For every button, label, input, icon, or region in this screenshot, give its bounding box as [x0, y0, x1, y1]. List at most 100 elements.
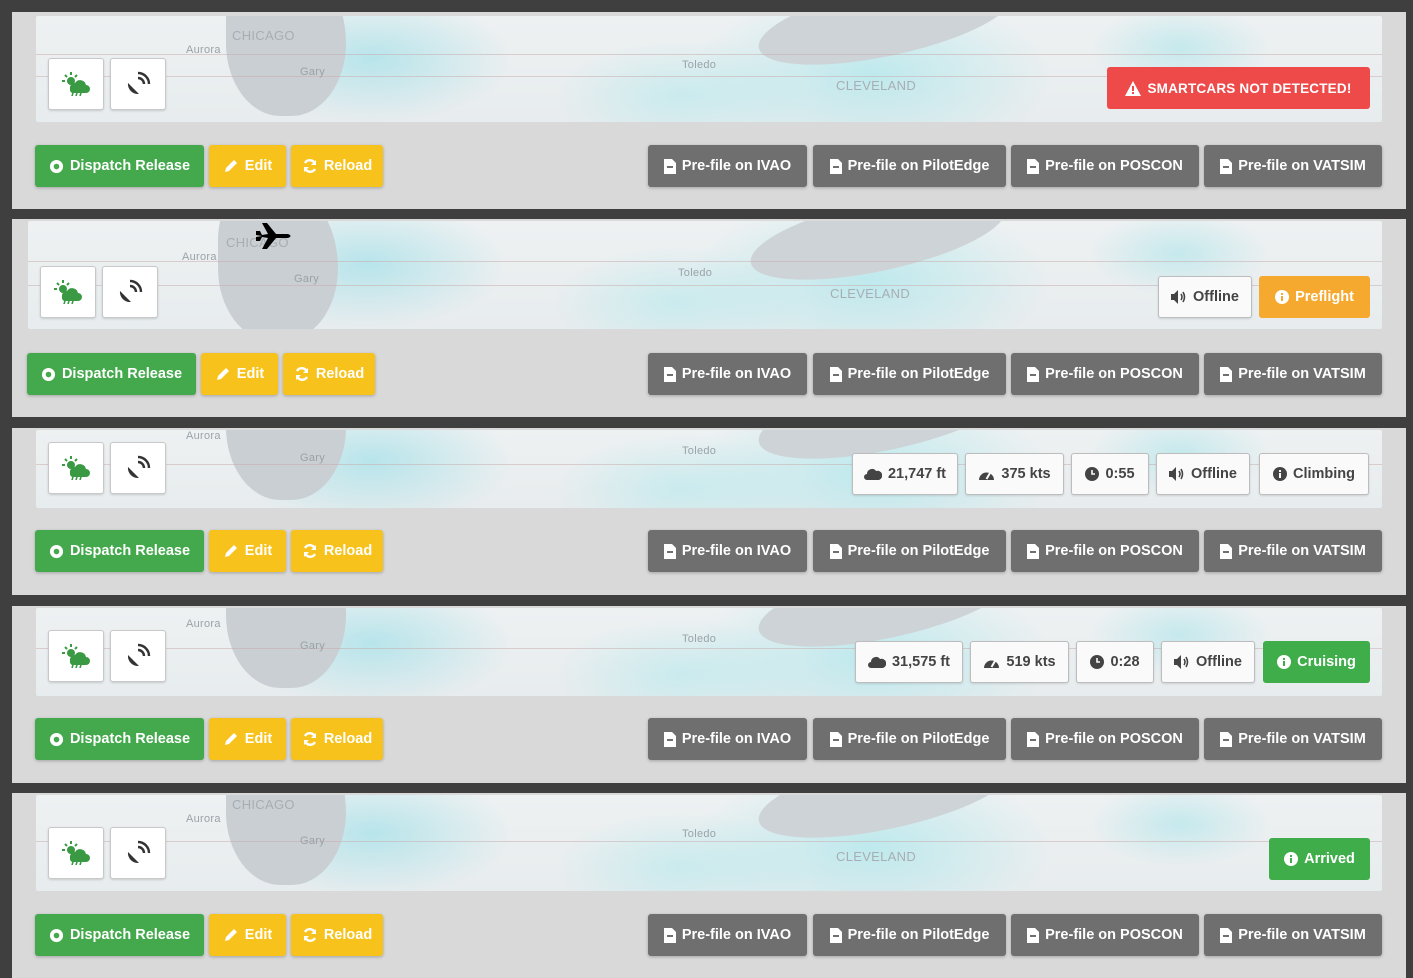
satellite-button[interactable] [110, 442, 166, 494]
aircraft-icon [254, 221, 294, 251]
prefile-pilotedge-button[interactable]: Pre-file on PilotEdge [813, 145, 1006, 187]
prefile-vatsim-button[interactable]: Pre-file on VATSIM [1204, 718, 1382, 760]
satellite-button[interactable] [110, 630, 166, 682]
prefile-vatsim-label: Pre-file on VATSIM [1238, 366, 1366, 382]
map-label-aurora: Aurora [182, 251, 217, 263]
satellite-button[interactable] [102, 266, 158, 318]
prefile-pilotedge-label: Pre-file on PilotEdge [847, 731, 990, 747]
prefile-poscon-button[interactable]: Pre-file on POSCON [1011, 718, 1199, 760]
clock-icon [1085, 467, 1100, 481]
dispatch-release-label: Dispatch Release [61, 366, 183, 382]
info-icon [1275, 290, 1290, 304]
dispatch-release-label: Dispatch Release [69, 927, 191, 943]
prefile-pilotedge-button[interactable]: Pre-file on PilotEdge [813, 914, 1006, 956]
reload-button[interactable]: Reload [291, 145, 383, 187]
satellite-dish-icon [125, 71, 151, 97]
prefile-poscon-label: Pre-file on POSCON [1045, 366, 1183, 382]
altitude-text: 21,747 ft [887, 466, 947, 482]
reload-button[interactable]: Reload [291, 718, 383, 760]
smartcars-alert-badge: SMARTCARS NOT DETECTED! [1107, 67, 1370, 109]
prefile-ivao-label: Pre-file on IVAO [681, 927, 792, 943]
edit-label: Edit [236, 366, 265, 382]
prefile-vatsim-button[interactable]: Pre-file on VATSIM [1204, 353, 1382, 395]
weather-button[interactable] [48, 827, 104, 879]
edit-label: Edit [244, 543, 273, 559]
map-label-gary: Gary [300, 452, 326, 464]
map-label-cleveland: CLEVELAND [836, 78, 917, 93]
prefile-vatsim-button[interactable]: Pre-file on VATSIM [1204, 530, 1382, 572]
reload-label: Reload [323, 927, 373, 943]
prefile-poscon-button[interactable]: Pre-file on POSCON [1011, 353, 1199, 395]
life-ring-icon [49, 159, 64, 174]
dispatch-release-button[interactable]: Dispatch Release [35, 145, 204, 187]
warning-icon [1125, 80, 1142, 96]
prefile-poscon-button[interactable]: Pre-file on POSCON [1011, 530, 1199, 572]
dispatch-release-button[interactable]: Dispatch Release [35, 718, 204, 760]
prefile-ivao-label: Pre-file on IVAO [681, 158, 792, 174]
satellite-button[interactable] [110, 827, 166, 879]
prefile-ivao-button[interactable]: Pre-file on IVAO [648, 145, 807, 187]
prefile-pilotedge-button[interactable]: Pre-file on PilotEdge [813, 718, 1006, 760]
flight-card-2: CHICAGO Aurora Gary Toledo CLEVELAND Off… [12, 219, 1406, 417]
phase-text: Preflight [1295, 289, 1354, 305]
sync-icon [302, 543, 318, 559]
prefile-pilotedge-label: Pre-file on PilotEdge [847, 158, 990, 174]
flight-card-1: CHICAGO Aurora Gary Toledo CLEVELAND SMA… [12, 12, 1406, 209]
edit-button[interactable]: Edit [209, 914, 286, 956]
phase-text: Cruising [1297, 654, 1356, 670]
weather-button[interactable] [40, 266, 96, 318]
prefile-vatsim-button[interactable]: Pre-file on VATSIM [1204, 145, 1382, 187]
map-label-toledo: Toledo [682, 445, 717, 457]
dispatch-release-button[interactable]: Dispatch Release [35, 530, 204, 572]
file-icon [829, 927, 842, 943]
network-status-badge: Offline [1161, 641, 1255, 683]
sync-icon [302, 927, 318, 943]
prefile-poscon-button[interactable]: Pre-file on POSCON [1011, 914, 1199, 956]
prefile-poscon-button[interactable]: Pre-file on POSCON [1011, 145, 1199, 187]
reload-button[interactable]: Reload [291, 914, 383, 956]
reload-button[interactable]: Reload [291, 530, 383, 572]
dispatch-release-button[interactable]: Dispatch Release [27, 353, 196, 395]
file-icon [1220, 158, 1233, 174]
altitude-badge: 31,575 ft [855, 641, 963, 683]
sync-icon [294, 366, 310, 382]
network-status-badge: Offline [1158, 276, 1252, 318]
reload-label: Reload [315, 366, 365, 382]
life-ring-icon [49, 544, 64, 559]
prefile-vatsim-label: Pre-file on VATSIM [1238, 731, 1366, 747]
weather-button[interactable] [48, 442, 104, 494]
satellite-dish-icon [117, 279, 143, 305]
edit-button[interactable]: Edit [201, 353, 278, 395]
edit-button[interactable]: Edit [209, 530, 286, 572]
edit-label: Edit [244, 927, 273, 943]
map-label-gary: Gary [300, 66, 326, 78]
volume-icon [1169, 467, 1185, 481]
weather-button[interactable] [48, 58, 104, 110]
dispatch-release-label: Dispatch Release [69, 731, 191, 747]
weather-button[interactable] [48, 630, 104, 682]
prefile-ivao-button[interactable]: Pre-file on IVAO [648, 914, 807, 956]
prefile-ivao-button[interactable]: Pre-file on IVAO [648, 353, 807, 395]
prefile-ivao-button[interactable]: Pre-file on IVAO [648, 718, 807, 760]
prefile-ivao-button[interactable]: Pre-file on IVAO [648, 530, 807, 572]
prefile-pilotedge-button[interactable]: Pre-file on PilotEdge [813, 353, 1006, 395]
prefile-pilotedge-button[interactable]: Pre-file on PilotEdge [813, 530, 1006, 572]
flight-map[interactable]: CHICAGO Aurora Gary Toledo CLEVELAND [36, 795, 1382, 891]
edit-button[interactable]: Edit [209, 145, 286, 187]
info-icon [1272, 467, 1287, 481]
weather-icon [62, 644, 90, 668]
life-ring-icon [49, 732, 64, 747]
satellite-button[interactable] [110, 58, 166, 110]
clock-icon [1090, 655, 1105, 669]
dispatch-release-button[interactable]: Dispatch Release [35, 914, 204, 956]
file-icon [1027, 927, 1040, 943]
edit-button[interactable]: Edit [209, 718, 286, 760]
file-icon [829, 366, 842, 382]
prefile-vatsim-button[interactable]: Pre-file on VATSIM [1204, 914, 1382, 956]
prefile-vatsim-label: Pre-file on VATSIM [1238, 543, 1366, 559]
pencil-icon [223, 927, 239, 943]
pencil-icon [223, 543, 239, 559]
map-label-toledo: Toledo [682, 59, 717, 71]
info-icon [1277, 655, 1292, 669]
reload-button[interactable]: Reload [283, 353, 375, 395]
